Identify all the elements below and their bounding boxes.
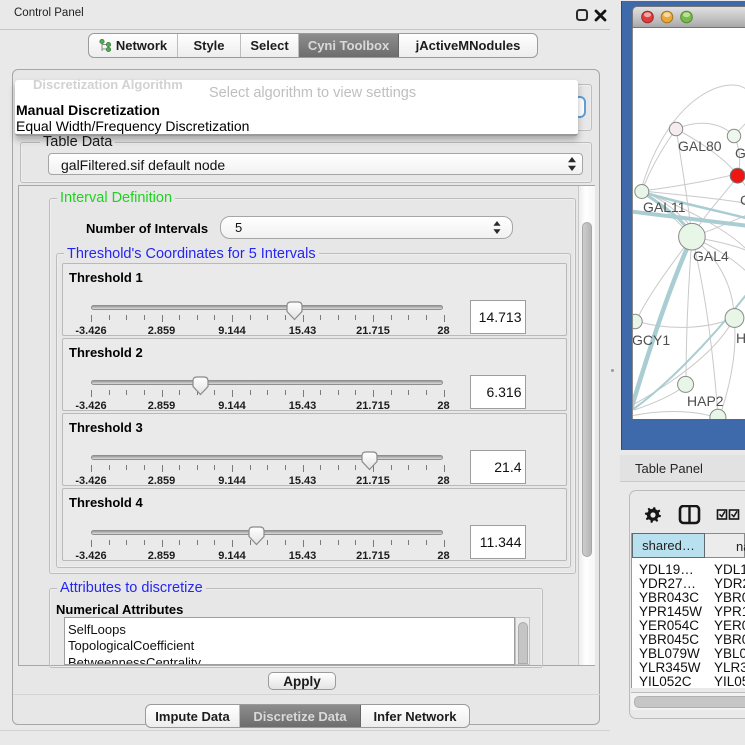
svg-text:GAL4: GAL4	[693, 248, 729, 264]
svg-text:HAP2: HAP2	[687, 393, 724, 409]
svg-text:H: H	[736, 330, 745, 346]
svg-text:C: C	[740, 192, 745, 208]
svg-text:GAL11: GAL11	[643, 199, 686, 215]
svg-text:GAL80: GAL80	[678, 138, 722, 154]
svg-text:GA: GA	[735, 145, 745, 161]
svg-text:GCY1: GCY1	[632, 332, 670, 348]
